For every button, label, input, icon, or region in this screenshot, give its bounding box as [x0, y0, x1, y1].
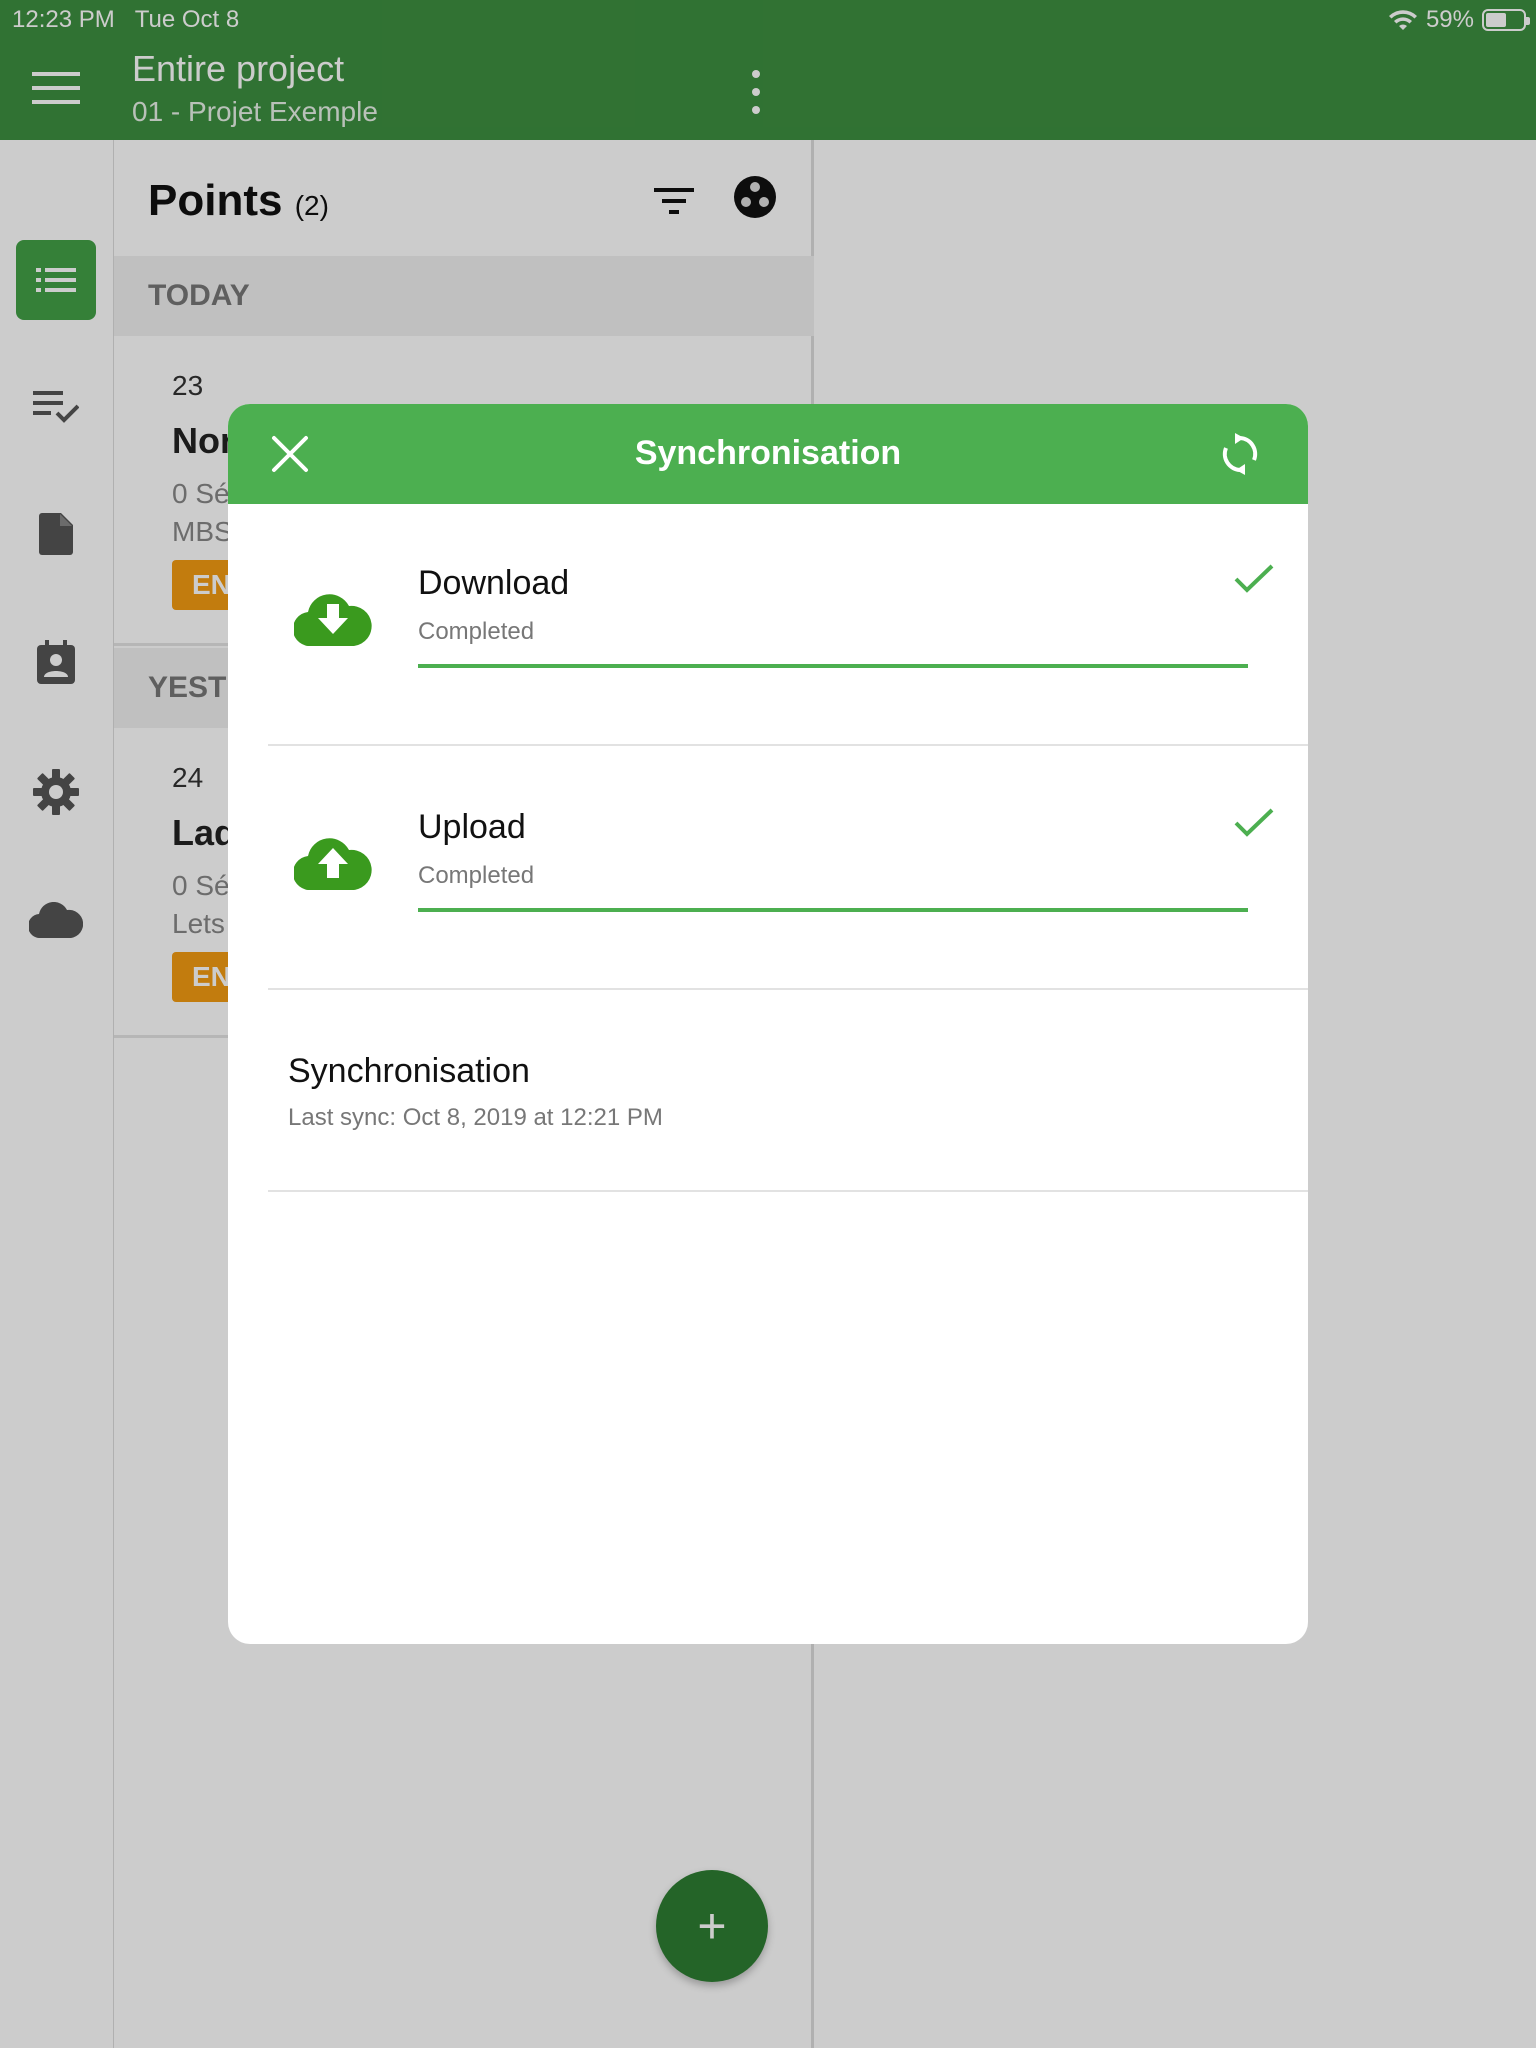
upload-status: Completed [418, 862, 535, 889]
upload-label: Upload [418, 808, 526, 846]
upload-row: Upload Completed [268, 748, 1308, 990]
last-sync-title: Synchronisation [288, 1052, 530, 1090]
cloud-download-icon [294, 594, 372, 646]
check-icon [1234, 564, 1274, 593]
sync-dialog: Synchronisation Download Completed Uploa… [228, 404, 1308, 1644]
check-icon [1234, 808, 1274, 837]
sync-icon[interactable] [1218, 432, 1262, 476]
dialog-title: Synchronisation [634, 434, 902, 472]
cloud-upload-icon [294, 838, 372, 890]
last-sync-subtitle: Last sync: Oct 8, 2019 at 12:21 PM [288, 1104, 663, 1131]
download-status: Completed [418, 618, 535, 645]
upload-progress-fill [418, 908, 1248, 912]
download-row: Download Completed [268, 504, 1308, 746]
upload-progress-bar [418, 908, 1248, 912]
last-sync-row: Synchronisation Last sync: Oct 8, 2019 a… [268, 992, 1308, 1192]
download-label: Download [418, 564, 570, 602]
dialog-header: Synchronisation [228, 404, 1308, 504]
download-progress-bar [418, 664, 1248, 668]
download-progress-fill [418, 664, 1248, 668]
